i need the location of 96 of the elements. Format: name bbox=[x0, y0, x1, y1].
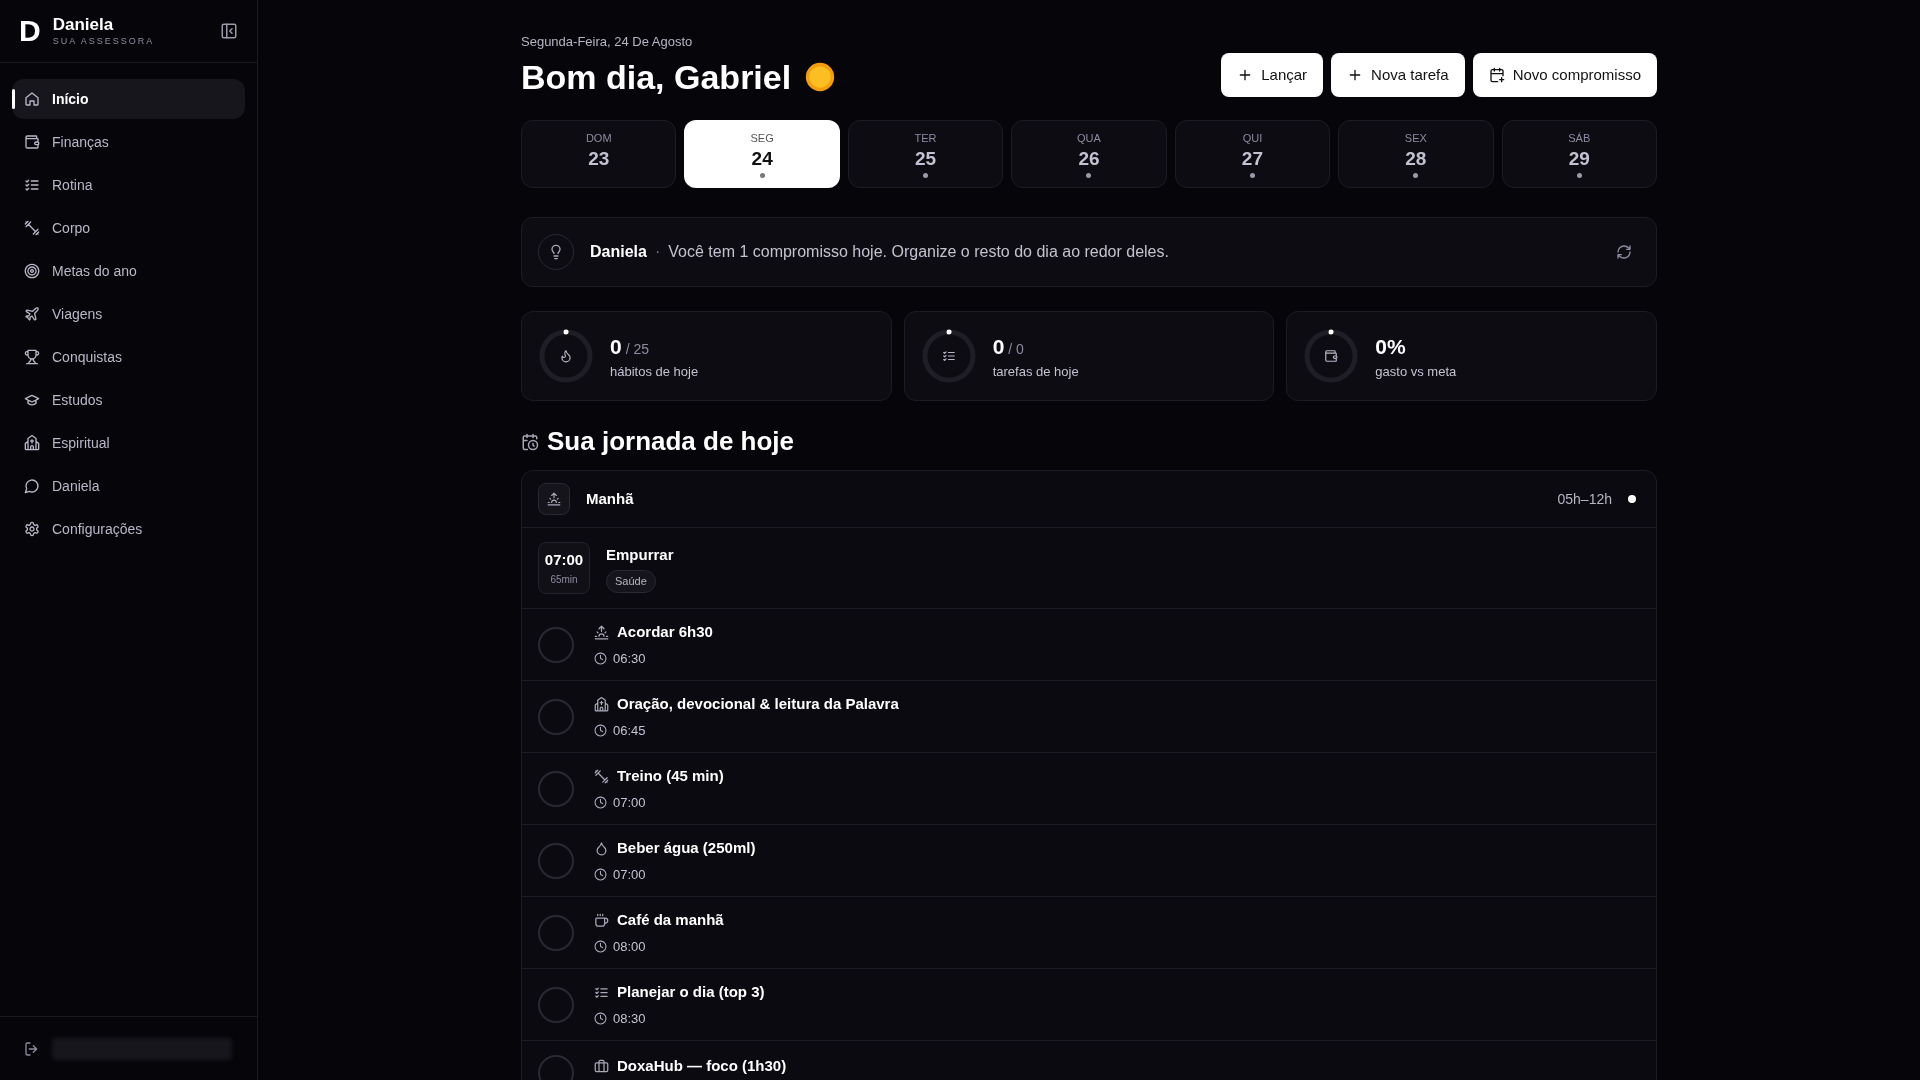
event-time: 07:00 bbox=[544, 550, 584, 571]
nav-item[interactable]: Espiritual bbox=[12, 423, 245, 463]
habit-checkbox[interactable] bbox=[538, 698, 574, 735]
nav-item[interactable]: Viagens bbox=[12, 294, 245, 334]
dumbbell-icon bbox=[594, 768, 609, 784]
day-card[interactable]: TER 25 bbox=[847, 120, 1004, 188]
stat-label: tarefas de hoje bbox=[992, 363, 1079, 381]
habit-title: Oração, devocional & leitura da Palavra bbox=[617, 694, 899, 714]
church-icon bbox=[24, 435, 40, 451]
nav-item[interactable]: Configurações bbox=[12, 509, 245, 549]
assistant-message: Você tem 1 compromisso hoje. Organize o resto do dia ao redor deles. bbox=[668, 242, 1169, 262]
habit-checkbox[interactable] bbox=[538, 770, 574, 807]
habit-time: 07:00 bbox=[613, 793, 646, 812]
habit-title: Treino (45 min) bbox=[617, 766, 724, 786]
calendar-clock-icon bbox=[521, 432, 539, 451]
event-title: Empurrar bbox=[606, 544, 674, 565]
date-label: Segunda-Feira, 24 De Agosto bbox=[521, 33, 694, 51]
habit-checkbox[interactable] bbox=[538, 842, 574, 879]
cup-icon bbox=[594, 912, 609, 928]
section-title: Sua jornada de hoje bbox=[547, 425, 795, 458]
habit-title: Café da manhã bbox=[617, 910, 724, 930]
nav-item[interactable]: Início bbox=[12, 79, 245, 119]
droplet-icon bbox=[594, 840, 609, 856]
day-card[interactable]: SEX 28 bbox=[1338, 120, 1494, 188]
habit-title: Acordar 6h30 bbox=[617, 622, 713, 642]
action-button[interactable]: Nova tarefa bbox=[1331, 53, 1465, 97]
briefcase-icon bbox=[594, 1058, 609, 1074]
collapse-sidebar-icon[interactable] bbox=[220, 22, 238, 40]
habit-time: 08:00 bbox=[613, 937, 646, 956]
habit-time: 06:45 bbox=[613, 721, 646, 740]
stat-value: 0% bbox=[1375, 333, 1406, 360]
habit-time: 06:30 bbox=[613, 649, 646, 668]
habit-title: Planejar o dia (top 3) bbox=[617, 982, 765, 1002]
dumbbell-icon bbox=[24, 220, 40, 236]
settings-icon bbox=[24, 521, 40, 537]
trophy-icon bbox=[24, 349, 40, 365]
nav-item[interactable]: Estudos bbox=[12, 380, 245, 420]
stat-value: 0 bbox=[992, 333, 1005, 360]
logo-letter: D bbox=[19, 16, 41, 46]
sunrise-icon bbox=[594, 624, 609, 640]
stat-total: / 25 bbox=[625, 339, 650, 359]
target-icon bbox=[24, 263, 40, 279]
clock-icon bbox=[594, 723, 607, 737]
refresh-icon[interactable] bbox=[1616, 244, 1632, 260]
nav-item[interactable]: Finanças bbox=[12, 122, 245, 162]
chat-icon bbox=[24, 478, 40, 494]
event-tag: Saúde bbox=[606, 570, 656, 593]
nav-item[interactable]: Metas do ano bbox=[12, 251, 245, 291]
stat-total: / 0 bbox=[1008, 339, 1024, 359]
clock-icon bbox=[594, 1011, 607, 1025]
assistant-name: Daniela bbox=[590, 242, 647, 262]
day-card[interactable]: DOM 23 bbox=[521, 120, 677, 188]
nav-item[interactable]: Corpo bbox=[12, 208, 245, 248]
habit-title: Beber água (250ml) bbox=[617, 838, 756, 858]
plane-icon bbox=[24, 306, 40, 322]
action-button[interactable]: Novo compromisso bbox=[1472, 53, 1657, 97]
graduation-cap-icon bbox=[24, 392, 40, 408]
habit-time: 07:00 bbox=[613, 865, 646, 884]
day-card[interactable]: SEG 24 bbox=[684, 120, 840, 188]
checklist-icon bbox=[24, 177, 40, 193]
clock-icon bbox=[594, 867, 607, 881]
nav-item[interactable]: Conquistas bbox=[12, 337, 245, 377]
greeting-title: Bom dia, Gabriel bbox=[521, 56, 792, 98]
habit-checkbox[interactable] bbox=[538, 914, 574, 951]
event-duration: 65min bbox=[550, 572, 578, 587]
action-button[interactable]: Lançar bbox=[1221, 53, 1324, 97]
nav-item[interactable]: Daniela bbox=[12, 466, 245, 506]
period-range: 05h–12h bbox=[1557, 489, 1612, 509]
separator-dot: · bbox=[654, 242, 661, 262]
habit-title: DoxaHub — foco (1h30) bbox=[617, 1056, 787, 1076]
day-card[interactable]: QUI 27 bbox=[1174, 120, 1331, 188]
brand-name: Daniela bbox=[52, 13, 115, 35]
flame-icon bbox=[559, 349, 573, 363]
logout-icon[interactable] bbox=[24, 1040, 40, 1057]
brand-tagline: SUA ASSESSORA bbox=[52, 34, 155, 48]
day-card[interactable]: SÁB 29 bbox=[1501, 120, 1657, 188]
clock-icon bbox=[594, 651, 607, 665]
habit-checkbox[interactable] bbox=[538, 986, 574, 1023]
clock-icon bbox=[594, 795, 607, 809]
wallet-icon bbox=[24, 134, 40, 150]
habit-checkbox[interactable] bbox=[538, 626, 574, 663]
calendar-plus-icon bbox=[1488, 67, 1505, 83]
habit-time: 08:30 bbox=[613, 1009, 646, 1028]
church-icon bbox=[594, 696, 609, 712]
wallet-icon bbox=[1324, 349, 1339, 363]
checklist-icon bbox=[594, 984, 609, 1000]
clock-icon bbox=[594, 939, 607, 953]
stat-value: 0 bbox=[610, 333, 622, 360]
home-icon bbox=[24, 91, 40, 107]
stat-label: hábitos de hoje bbox=[610, 363, 699, 381]
day-card[interactable]: QUA 26 bbox=[1011, 120, 1167, 188]
sunrise-icon bbox=[538, 483, 570, 515]
nav-item[interactable]: Rotina bbox=[12, 165, 245, 205]
stat-label: gasto vs meta bbox=[1375, 363, 1457, 381]
period-name: Manhã bbox=[586, 488, 634, 509]
checklist-icon bbox=[941, 349, 956, 363]
